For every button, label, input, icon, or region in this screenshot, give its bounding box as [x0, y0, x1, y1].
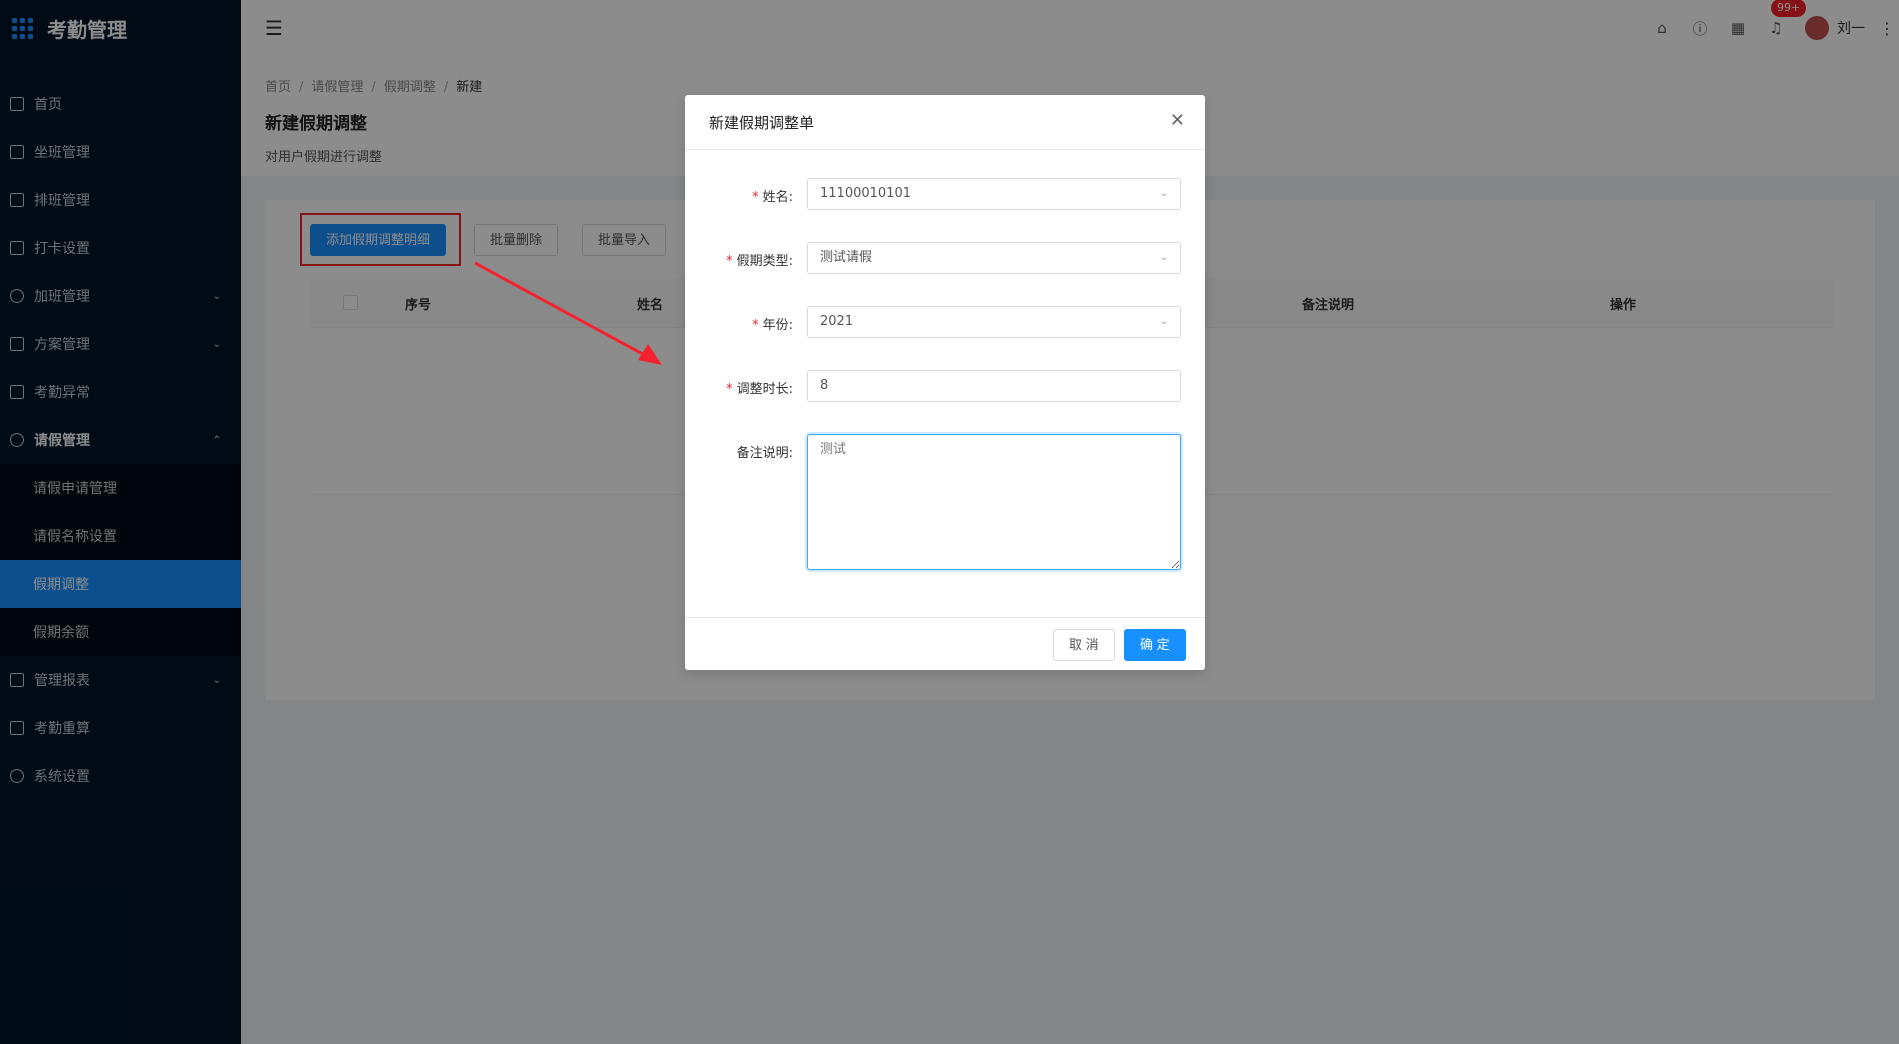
form-row-duration: * 调整时长: 8 — [685, 370, 1205, 434]
annotation-arrow-line — [474, 261, 651, 360]
year-select[interactable]: 2021 ⌄ — [807, 306, 1181, 338]
name-label: * 姓名: — [752, 190, 793, 205]
ok-button[interactable]: 确 定 — [1124, 629, 1186, 661]
chevron-down-icon: ⌄ — [1159, 252, 1168, 263]
form-row-remark: 备注说明: — [685, 434, 1205, 584]
cancel-button[interactable]: 取 消 — [1053, 629, 1115, 661]
name-select[interactable]: 11100010101 ⌄ — [807, 178, 1181, 210]
year-label: * 年份: — [752, 318, 793, 333]
chevron-down-icon: ⌄ — [1159, 316, 1168, 327]
annotation-arrow-head — [638, 344, 662, 365]
remark-textarea[interactable] — [807, 434, 1181, 570]
duration-input[interactable]: 8 — [807, 370, 1181, 402]
adjust-form: * 姓名: 11100010101 ⌄ * 假期类型: 测试请假 ⌄ * 年份: 2021… — [685, 150, 1205, 584]
leave-type-label: * 假期类型: — [726, 254, 793, 269]
form-row-name: * 姓名: 11100010101 ⌄ — [685, 178, 1205, 242]
remark-label: 备注说明: — [736, 446, 793, 461]
modal-footer: 取 消 确 定 — [685, 617, 1205, 670]
form-row-leave-type: * 假期类型: 测试请假 ⌄ — [685, 242, 1205, 306]
chevron-down-icon: ⌄ — [1159, 188, 1168, 199]
duration-label: * 调整时长: — [726, 382, 793, 397]
modal-header: 新建假期调整单 ✕ — [685, 95, 1205, 150]
new-adjust-modal: 新建假期调整单 ✕ * 姓名: 11100010101 ⌄ * 假期类型: 测试请假 ⌄… — [685, 95, 1205, 670]
leave-type-select[interactable]: 测试请假 ⌄ — [807, 242, 1181, 274]
form-row-year: * 年份: 2021 ⌄ — [685, 306, 1205, 370]
modal-title: 新建假期调整单 — [709, 113, 815, 132]
close-icon[interactable]: ✕ — [1170, 112, 1185, 130]
annotation-arrow — [474, 261, 662, 365]
